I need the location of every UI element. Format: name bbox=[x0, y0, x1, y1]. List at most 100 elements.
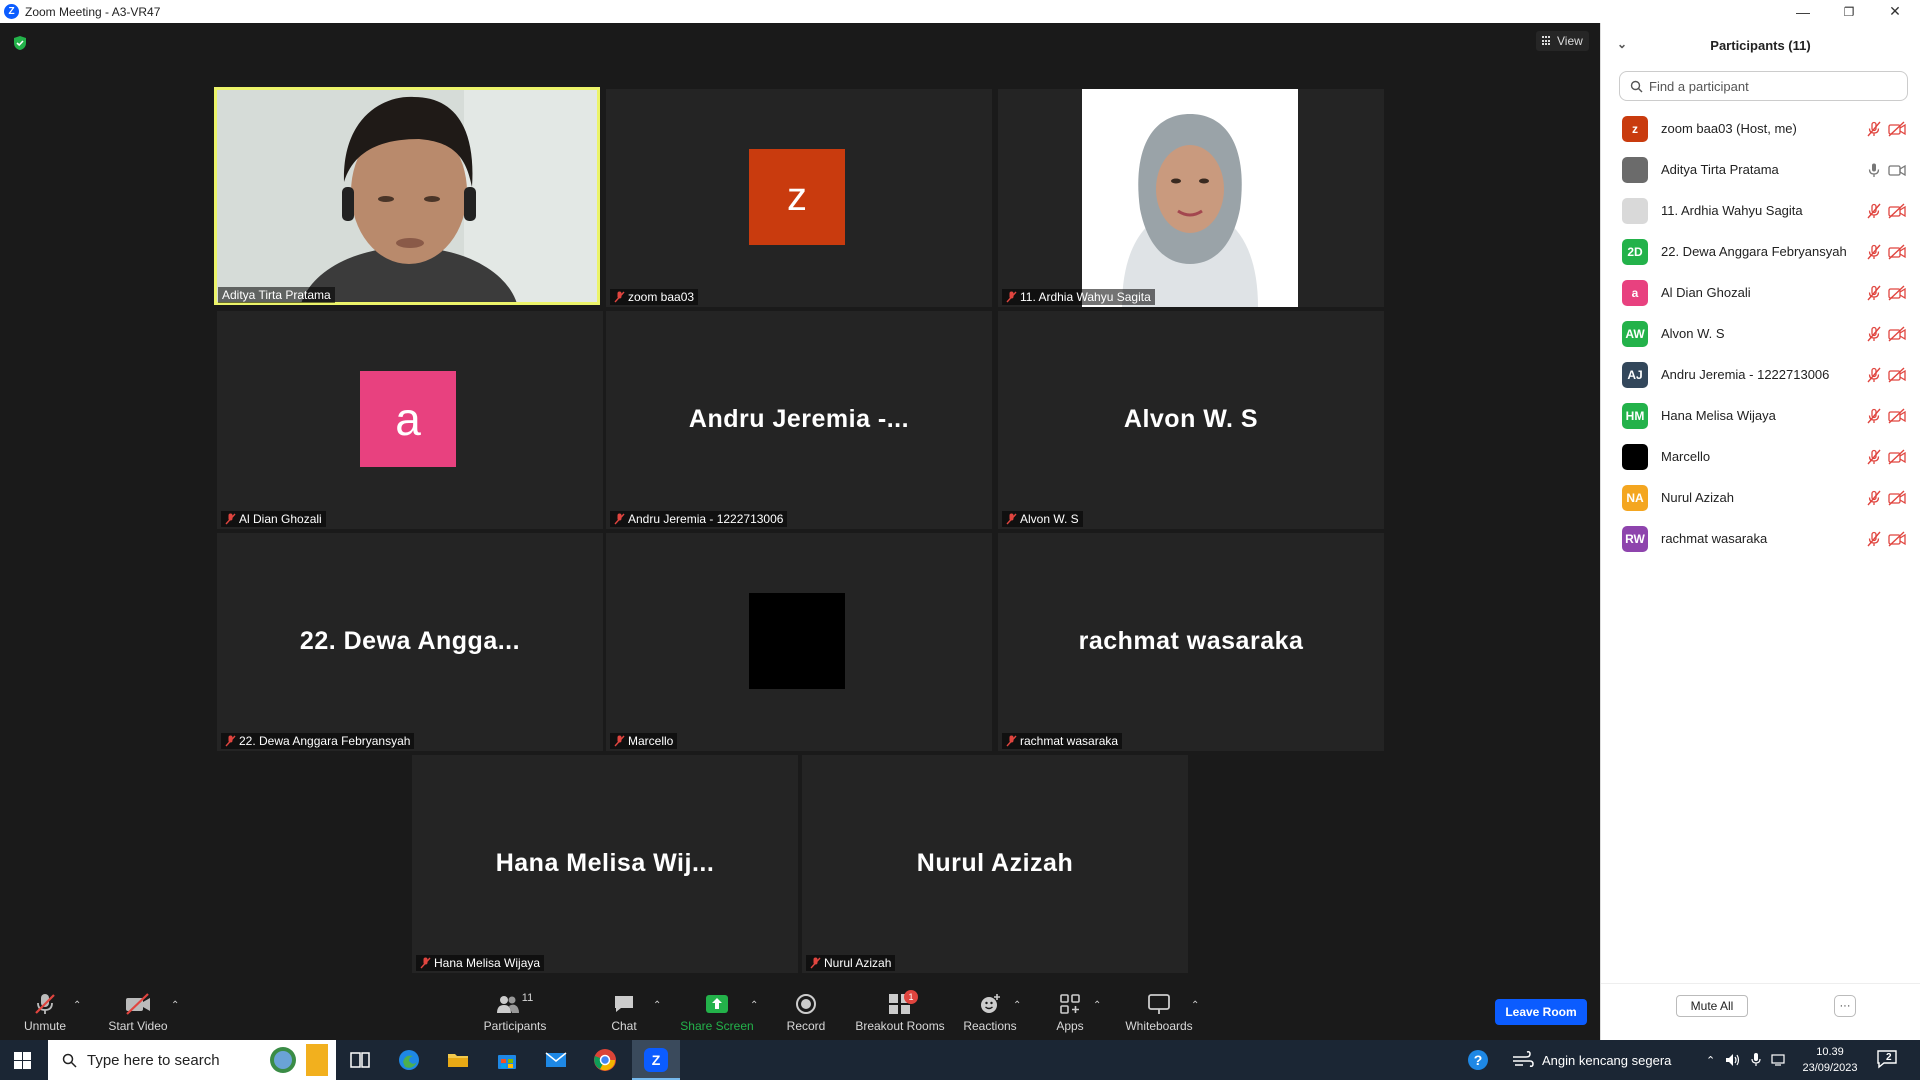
video-tile-nurul[interactable]: Nurul Azizah Nurul Azizah bbox=[802, 755, 1188, 973]
video-tile-ardhia[interactable]: 11. Ardhia Wahyu Sagita bbox=[998, 89, 1384, 307]
file-explorer-icon[interactable] bbox=[446, 1048, 470, 1072]
apps-options-chevron-icon[interactable]: ⌃ bbox=[1093, 1000, 1101, 1011]
search-icon bbox=[1630, 80, 1643, 92]
video-tile-hana[interactable]: Hana Melisa Wij... Hana Melisa Wijaya bbox=[412, 755, 798, 973]
breakout-rooms-label: Breakout Rooms bbox=[855, 1019, 945, 1033]
minimize-button[interactable]: — bbox=[1780, 0, 1826, 23]
taskbar-search[interactable]: Type here to search bbox=[48, 1040, 336, 1080]
video-tile-dewa[interactable]: 22. Dewa Angga... 22. Dewa Anggara Febry… bbox=[217, 533, 603, 751]
participant-row[interactable]: Aditya Tirta Pratama bbox=[1601, 149, 1920, 190]
mute-all-button[interactable]: Mute All bbox=[1676, 995, 1748, 1017]
participant-name: rachmat wasaraka bbox=[1661, 531, 1768, 546]
video-tile-andru[interactable]: Andru Jeremia -... Andru Jeremia - 12227… bbox=[606, 311, 992, 529]
view-button[interactable]: View bbox=[1536, 31, 1589, 51]
reactions-button[interactable]: Reactions bbox=[963, 983, 1017, 1040]
panel-footer: Mute All ··· bbox=[1601, 983, 1920, 1040]
mic-on-icon[interactable] bbox=[1866, 162, 1882, 178]
mic-muted-icon[interactable] bbox=[1866, 326, 1882, 342]
tile-display-name: Nurul Azizah bbox=[916, 849, 1074, 877]
mic-muted-icon[interactable] bbox=[1866, 531, 1882, 547]
tile-display-name: Alvon W. S bbox=[1123, 405, 1259, 433]
collapse-chevron-icon[interactable]: ⌄ bbox=[1617, 37, 1627, 51]
system-tray[interactable]: ⌃ bbox=[1706, 1040, 1787, 1080]
tile-name-tag: 22. Dewa Anggara Febryansyah bbox=[221, 733, 415, 749]
system-clock[interactable]: 10.39 23/09/2023 bbox=[1795, 1044, 1865, 1076]
reactions-options-chevron-icon[interactable]: ⌃ bbox=[1013, 1000, 1021, 1011]
participants-panel: ⌄ Participants (11) z zoom baa03 (Host, m… bbox=[1600, 23, 1920, 1040]
share-screen-button[interactable]: Share Screen bbox=[680, 983, 754, 1040]
camera-off-icon bbox=[1888, 202, 1906, 219]
chat-button[interactable]: Chat bbox=[607, 983, 641, 1040]
participant-row[interactable]: AJ Andru Jeremia - 1222713006 bbox=[1601, 354, 1920, 395]
weather-widget[interactable]: Angin kencang segera bbox=[1512, 1040, 1671, 1080]
whiteboards-options-chevron-icon[interactable]: ⌃ bbox=[1191, 1000, 1199, 1011]
help-icon[interactable]: ? bbox=[1466, 1048, 1490, 1072]
store-icon[interactable] bbox=[495, 1048, 519, 1072]
zoom-taskbar-button[interactable]: Z bbox=[632, 1040, 680, 1080]
more-options-button[interactable]: ··· bbox=[1834, 995, 1856, 1017]
participant-row[interactable]: 11. Ardhia Wahyu Sagita bbox=[1601, 190, 1920, 231]
start-video-button[interactable]: Start Video bbox=[106, 983, 170, 1040]
participant-name: zoom baa03 (Host, me) bbox=[1661, 121, 1797, 136]
task-view-icon[interactable] bbox=[348, 1048, 372, 1072]
participant-row[interactable]: HM Hana Melisa Wijaya bbox=[1601, 395, 1920, 436]
mic-muted-icon[interactable] bbox=[1866, 490, 1882, 506]
video-tile-aditya[interactable]: Aditya Tirta Pratama bbox=[214, 87, 600, 305]
mail-icon[interactable] bbox=[544, 1048, 568, 1072]
participant-row[interactable]: z zoom baa03 (Host, me) bbox=[1601, 108, 1920, 149]
record-button[interactable]: Record bbox=[785, 983, 827, 1040]
title-bar: Z Zoom Meeting - A3-VR47 — ❐ ✕ bbox=[0, 0, 1920, 23]
video-tile-al-dian[interactable]: a Al Dian Ghozali bbox=[217, 311, 603, 529]
leave-room-button[interactable]: Leave Room bbox=[1495, 999, 1587, 1025]
tile-name: Nurul Azizah bbox=[824, 956, 892, 970]
participant-row[interactable]: RW rachmat wasaraka bbox=[1601, 518, 1920, 559]
windows-taskbar: Type here to search Z ? Angin kencang se… bbox=[0, 1040, 1920, 1080]
participant-row[interactable]: Marcello bbox=[1601, 436, 1920, 477]
edge-browser-icon[interactable] bbox=[397, 1048, 421, 1072]
mic-muted-icon[interactable] bbox=[1866, 121, 1882, 137]
grid-view-icon bbox=[1542, 36, 1552, 46]
share-options-chevron-icon[interactable]: ⌃ bbox=[750, 1000, 758, 1011]
restore-button[interactable]: ❐ bbox=[1826, 0, 1872, 23]
participant-name: Al Dian Ghozali bbox=[1661, 285, 1751, 300]
search-input[interactable] bbox=[1649, 78, 1889, 94]
mic-muted-icon[interactable] bbox=[1866, 285, 1882, 301]
whiteboards-label: Whiteboards bbox=[1125, 1019, 1193, 1033]
mic-muted-icon[interactable] bbox=[1866, 203, 1882, 219]
volume-icon[interactable] bbox=[1725, 1053, 1741, 1067]
participant-search[interactable] bbox=[1619, 71, 1908, 101]
participant-avatar: z bbox=[1622, 115, 1648, 142]
video-tile-marcello[interactable]: Marcello bbox=[606, 533, 992, 751]
windows-start-icon[interactable] bbox=[14, 1052, 31, 1069]
encryption-shield-icon[interactable] bbox=[12, 35, 28, 51]
mic-muted-icon[interactable] bbox=[1866, 367, 1882, 383]
notifications-button[interactable]: 2 bbox=[1876, 1049, 1902, 1071]
network-icon[interactable] bbox=[1771, 1053, 1787, 1067]
mic-muted-icon[interactable] bbox=[1866, 244, 1882, 260]
participant-row[interactable]: AW Alvon W. S bbox=[1601, 313, 1920, 354]
apps-button[interactable]: Apps bbox=[1054, 983, 1086, 1040]
unmute-button[interactable]: Unmute bbox=[20, 983, 70, 1040]
participant-row[interactable]: a Al Dian Ghozali bbox=[1601, 272, 1920, 313]
search-icon bbox=[62, 1053, 77, 1068]
microphone-icon[interactable] bbox=[1751, 1053, 1761, 1067]
participant-name: Alvon W. S bbox=[1661, 326, 1725, 341]
video-tile-rachmat[interactable]: rachmat wasaraka rachmat wasaraka bbox=[998, 533, 1384, 751]
breakout-rooms-button[interactable]: 1 Breakout Rooms bbox=[853, 983, 947, 1040]
mic-muted-icon[interactable] bbox=[1866, 408, 1882, 424]
camera-off-icon bbox=[1888, 530, 1906, 547]
video-options-chevron-icon[interactable]: ⌃ bbox=[171, 1000, 179, 1011]
participant-row[interactable]: NA Nurul Azizah bbox=[1601, 477, 1920, 518]
participants-button[interactable]: 11 Participants bbox=[480, 983, 550, 1040]
mic-muted-icon[interactable] bbox=[1866, 449, 1882, 465]
video-tile-alvon[interactable]: Alvon W. S Alvon W. S bbox=[998, 311, 1384, 529]
show-hidden-icons-chevron-icon[interactable]: ⌃ bbox=[1706, 1054, 1715, 1067]
whiteboards-button[interactable]: Whiteboards bbox=[1125, 983, 1193, 1040]
chat-options-chevron-icon[interactable]: ⌃ bbox=[653, 1000, 661, 1011]
close-button[interactable]: ✕ bbox=[1872, 0, 1918, 23]
tile-display-name: rachmat wasaraka bbox=[1078, 627, 1304, 655]
chrome-icon[interactable] bbox=[593, 1048, 617, 1072]
participant-row[interactable]: 2D 22. Dewa Anggara Febryansyah bbox=[1601, 231, 1920, 272]
audio-options-chevron-icon[interactable]: ⌃ bbox=[73, 1000, 81, 1011]
video-tile-zoom-baa03[interactable]: z zoom baa03 bbox=[606, 89, 992, 307]
